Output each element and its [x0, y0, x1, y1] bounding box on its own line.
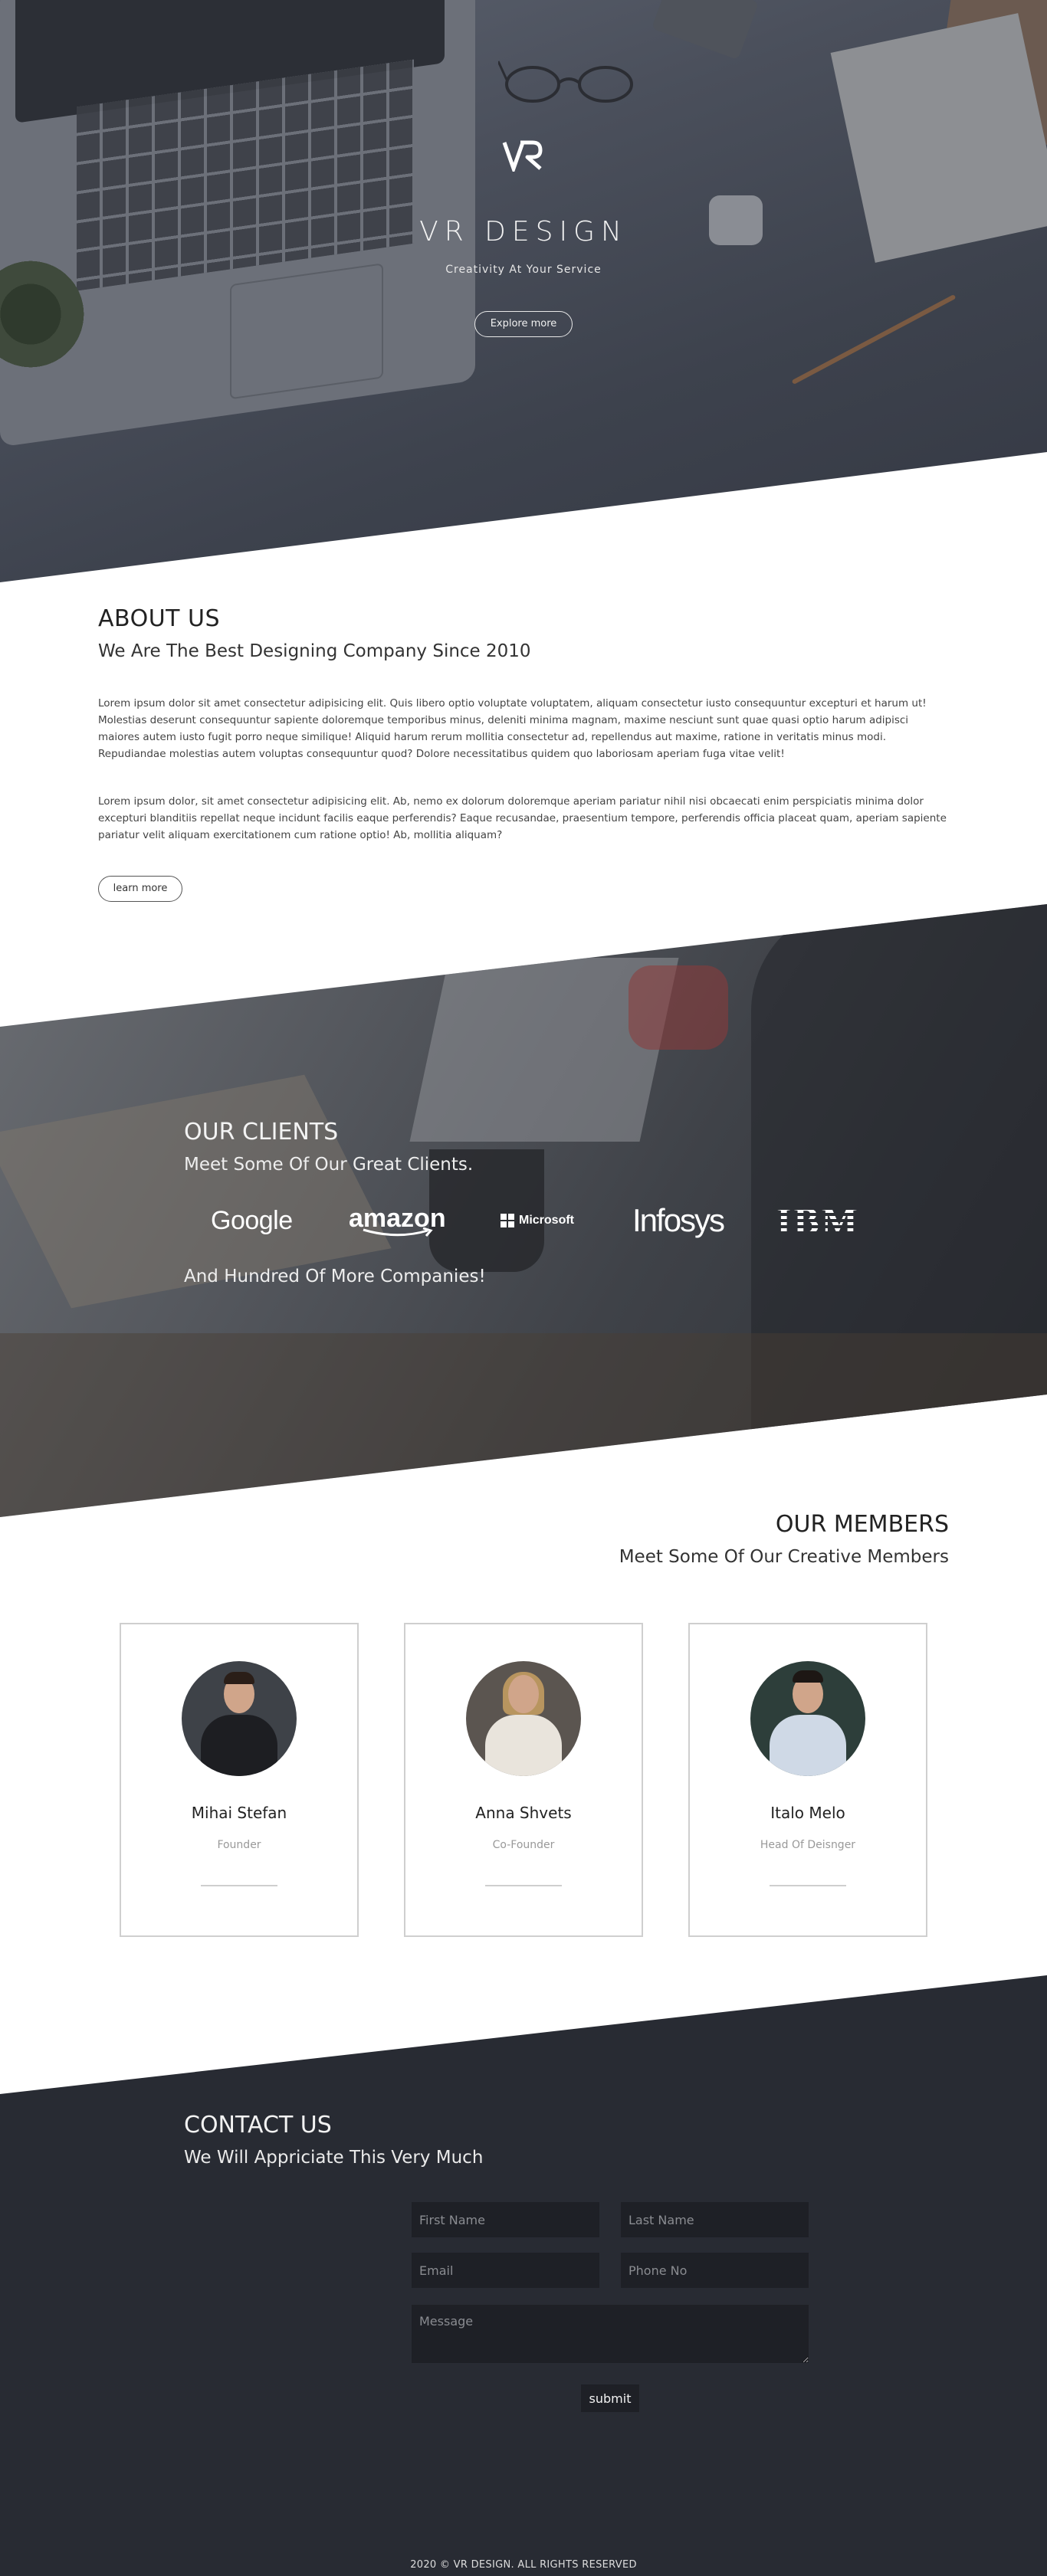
avatar — [750, 1661, 865, 1776]
contact-heading: CONTACT US — [184, 2112, 332, 2138]
ibm-logo: IBM — [776, 1199, 860, 1242]
member-role: Co-Founder — [492, 1839, 555, 1851]
about-subheading: We Are The Best Designing Company Since … — [98, 641, 531, 661]
member-cards: Mihai Stefan Founder Anna Shvets Co-Foun… — [120, 1623, 927, 1937]
members-heading: OUR MEMBERS — [775, 1511, 949, 1538]
infosys-logo: Infosys — [632, 1202, 725, 1238]
last-name-field[interactable] — [621, 2202, 809, 2237]
about-heading: ABOUT US — [98, 605, 221, 632]
pencil-background-image — [791, 294, 957, 385]
member-card: Italo Melo Head Of Deisnger — [688, 1623, 927, 1937]
divider — [770, 1885, 846, 1886]
amazon-smile-icon — [363, 1227, 433, 1237]
member-card: Anna Shvets Co-Founder — [404, 1623, 643, 1937]
person-background-image — [629, 965, 728, 1050]
member-role: Head Of Deisnger — [760, 1839, 856, 1851]
about-paragraph: Lorem ipsum dolor sit amet consectetur a… — [98, 697, 927, 760]
member-name: Italo Melo — [770, 1804, 845, 1822]
microsoft-logo-text: Microsoft — [519, 1214, 574, 1227]
learn-more-button[interactable]: learn more — [98, 876, 182, 902]
microsoft-logo: Microsoft — [501, 1198, 574, 1244]
submit-button[interactable]: submit — [581, 2384, 639, 2412]
about-section: ABOUT US We Are The Best Designing Compa… — [98, 605, 949, 902]
google-logo: Google — [211, 1205, 293, 1235]
amazon-logo: amazon — [349, 1198, 446, 1244]
clients-footer-text: And Hundred Of More Companies! — [184, 1267, 486, 1286]
clients-subheading: Meet Some Of Our Great Clients. — [184, 1155, 474, 1175]
cup-background-image — [651, 0, 760, 61]
hero-tagline: Creativity At Your Service — [445, 264, 602, 276]
vr-logo-icon — [502, 140, 543, 172]
clients-heading: OUR CLIENTS — [184, 1119, 339, 1145]
first-name-field[interactable] — [412, 2202, 599, 2237]
message-field[interactable] — [412, 2305, 809, 2363]
contact-header: CONTACT US We Will Appriciate This Very … — [184, 2112, 483, 2168]
about-paragraph: Lorem ipsum dolor, sit amet consectetur … — [98, 795, 947, 841]
clients-section: OUR CLIENTS Meet Some Of Our Great Clien… — [184, 1119, 874, 1286]
member-card: Mihai Stefan Founder — [120, 1623, 359, 1937]
members-subheading: Meet Some Of Our Creative Members — [619, 1547, 949, 1567]
divider — [485, 1885, 562, 1886]
windows-icon — [501, 1214, 514, 1227]
hero-section — [0, 0, 1047, 582]
members-header: OUR MEMBERS Meet Some Of Our Creative Me… — [619, 1511, 949, 1567]
table-background-image — [0, 1333, 1047, 1517]
avatar — [182, 1661, 297, 1776]
phone-field[interactable] — [621, 2253, 809, 2288]
contact-subheading: We Will Appriciate This Very Much — [184, 2148, 484, 2168]
hero-title: VR DESIGN — [419, 216, 628, 247]
footer-copyright: 2020 © VR DESIGN. ALL RIGHTS RESERVED — [410, 2559, 637, 2571]
email-field[interactable] — [412, 2253, 599, 2288]
member-role: Founder — [217, 1839, 261, 1851]
glasses-background-image — [498, 61, 633, 103]
client-logos: Google amazon Microsoft Infosys IBM — [184, 1198, 874, 1244]
member-name: Anna Shvets — [475, 1804, 572, 1822]
divider — [201, 1885, 277, 1886]
explore-more-button[interactable]: Explore more — [474, 311, 573, 337]
avatar — [466, 1661, 581, 1776]
member-name: Mihai Stefan — [191, 1804, 287, 1822]
